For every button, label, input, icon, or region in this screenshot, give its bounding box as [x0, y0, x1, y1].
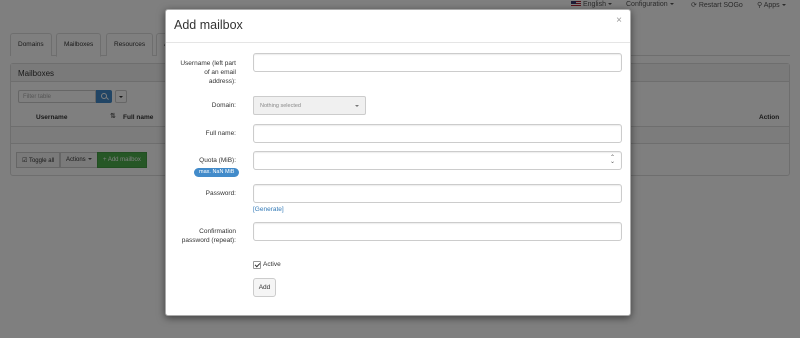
full-name-input[interactable]: [253, 124, 622, 143]
password-input[interactable]: [253, 184, 622, 203]
quota-max-badge: max. NaN MiB: [194, 168, 240, 177]
add-button[interactable]: Add: [253, 278, 276, 297]
username-label: Username (left part of an email address)…: [180, 59, 236, 86]
chevron-down-icon: [355, 105, 359, 107]
domain-select[interactable]: Nothing selected: [253, 96, 366, 115]
password-label: Password:: [205, 190, 236, 197]
confirm-label-line: Confirmation: [199, 228, 236, 235]
active-checkbox[interactable]: [253, 261, 261, 269]
confirm-password-label: Confirmation password (repeat):: [182, 227, 236, 245]
domain-select-value: Nothing selected: [260, 103, 301, 109]
close-icon[interactable]: ×: [616, 15, 622, 26]
quota-input[interactable]: ⌃ ⌄: [253, 151, 622, 170]
divider: [166, 42, 630, 43]
number-spinner-icon[interactable]: ⌃ ⌄: [610, 155, 615, 165]
username-label-line: of an email: [204, 69, 236, 76]
confirm-password-input[interactable]: [253, 222, 622, 241]
username-label-line: Username (left part: [180, 60, 236, 67]
add-mailbox-modal: Add mailbox × Username (left part of an …: [165, 9, 631, 316]
quota-label: Quota (MiB):: [199, 157, 236, 164]
username-input[interactable]: [253, 53, 622, 72]
full-name-label: Full name:: [205, 130, 236, 137]
username-label-line: address):: [208, 78, 236, 85]
confirm-label-line: password (repeat):: [181, 237, 236, 244]
active-label[interactable]: Active: [263, 261, 281, 268]
domain-label: Domain:: [211, 102, 236, 109]
modal-title: Add mailbox: [174, 18, 243, 32]
generate-password-link[interactable]: [Generate]: [253, 206, 284, 213]
